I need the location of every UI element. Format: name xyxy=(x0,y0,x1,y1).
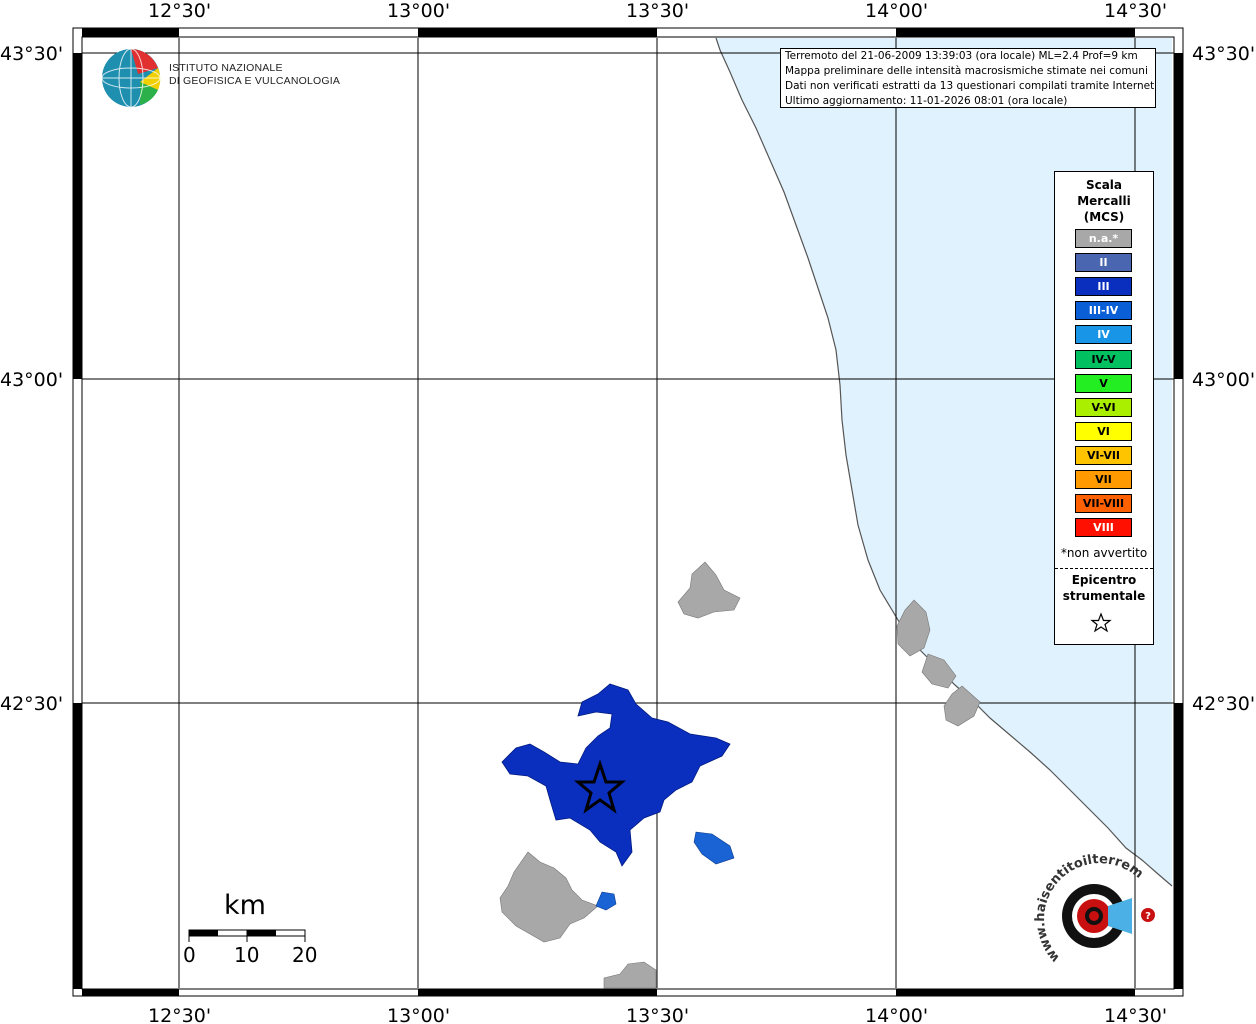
earthquake-info-box: Terremoto del 21-06-2009 13:39:03 (ora l… xyxy=(780,48,1156,108)
info-line-event: Terremoto del 21-06-2009 13:39:03 (ora l… xyxy=(785,50,1138,62)
legend-item: VI-VII xyxy=(1075,445,1132,465)
scale-label-20: 20 xyxy=(292,943,318,967)
legend-item: VI xyxy=(1075,421,1132,441)
info-line-map: Mappa preliminare delle intensità macros… xyxy=(785,65,1148,77)
lon-label-top-1: 12°30' xyxy=(148,0,211,22)
ingv-logo-text: ISTITUTO NAZIONALE DI GEOFISICA E VULCAN… xyxy=(169,62,340,88)
legend-item: II xyxy=(1075,253,1132,273)
lon-label-top-2: 13°00' xyxy=(387,0,450,22)
lat-label-right-2: 43°00' xyxy=(1192,369,1255,391)
lon-label-bottom-1: 12°30' xyxy=(148,1005,211,1024)
info-line-data: Dati non verificati estratti da 13 quest… xyxy=(785,80,1156,92)
info-line-update: Ultimo aggiornamento: 11-01-2026 08:01 (… xyxy=(785,95,1068,107)
lat-label-right-3: 42°30' xyxy=(1192,693,1255,715)
legend-epicenter-label: Epicentro strumentale xyxy=(1062,573,1146,603)
lon-label-top-3: 13°30' xyxy=(626,0,689,22)
lat-label-left-1: 43°30' xyxy=(0,43,63,65)
legend-title: Scala Mercalli (MCS) xyxy=(1077,178,1131,224)
legend-item: V xyxy=(1075,373,1132,393)
legend-star-icon xyxy=(1090,612,1112,633)
lon-label-top-4: 14°00' xyxy=(865,0,928,22)
ingv-logo-line1: ISTITUTO NAZIONALE xyxy=(169,62,283,74)
legend-item: IV xyxy=(1075,325,1132,345)
svg-text:?: ? xyxy=(1145,911,1151,922)
lon-label-bottom-3: 13°30' xyxy=(626,1005,689,1024)
legend-item: IV-V xyxy=(1075,349,1132,369)
lon-label-top-5: 14°30' xyxy=(1104,0,1167,22)
lat-label-right-1: 43°30' xyxy=(1192,43,1255,65)
scale-label-10: 10 xyxy=(234,943,260,967)
lat-label-left-3: 42°30' xyxy=(0,693,63,715)
lon-label-bottom-2: 13°00' xyxy=(387,1005,450,1024)
scale-bar xyxy=(188,929,306,942)
legend-item: n.a.* xyxy=(1075,229,1132,248)
lat-label-left-2: 43°00' xyxy=(0,369,63,391)
legend-item: III-IV xyxy=(1075,301,1132,321)
legend-item: V-VI xyxy=(1075,397,1132,417)
legend-item: III xyxy=(1075,277,1132,297)
ingv-globe-icon xyxy=(101,48,161,108)
scale-label-0: 0 xyxy=(183,943,196,967)
lon-label-bottom-5: 14°30' xyxy=(1104,1005,1167,1024)
legend-item: VII xyxy=(1075,470,1132,489)
intensity-legend: Scala Mercalli (MCS) n.a.* II III III-IV IV I… xyxy=(1054,171,1154,645)
ingv-logo-line2: DI GEOFISICA E VULCANOLOGIA xyxy=(169,75,341,87)
legend-item: VIII xyxy=(1075,518,1132,538)
legend-item: VII-VIII xyxy=(1075,494,1132,514)
legend-separator xyxy=(1055,568,1153,569)
scale-bar-title: km xyxy=(224,890,266,921)
legend-note: *non avvertito xyxy=(1060,546,1148,560)
lon-label-bottom-4: 14°00' xyxy=(865,1005,928,1024)
